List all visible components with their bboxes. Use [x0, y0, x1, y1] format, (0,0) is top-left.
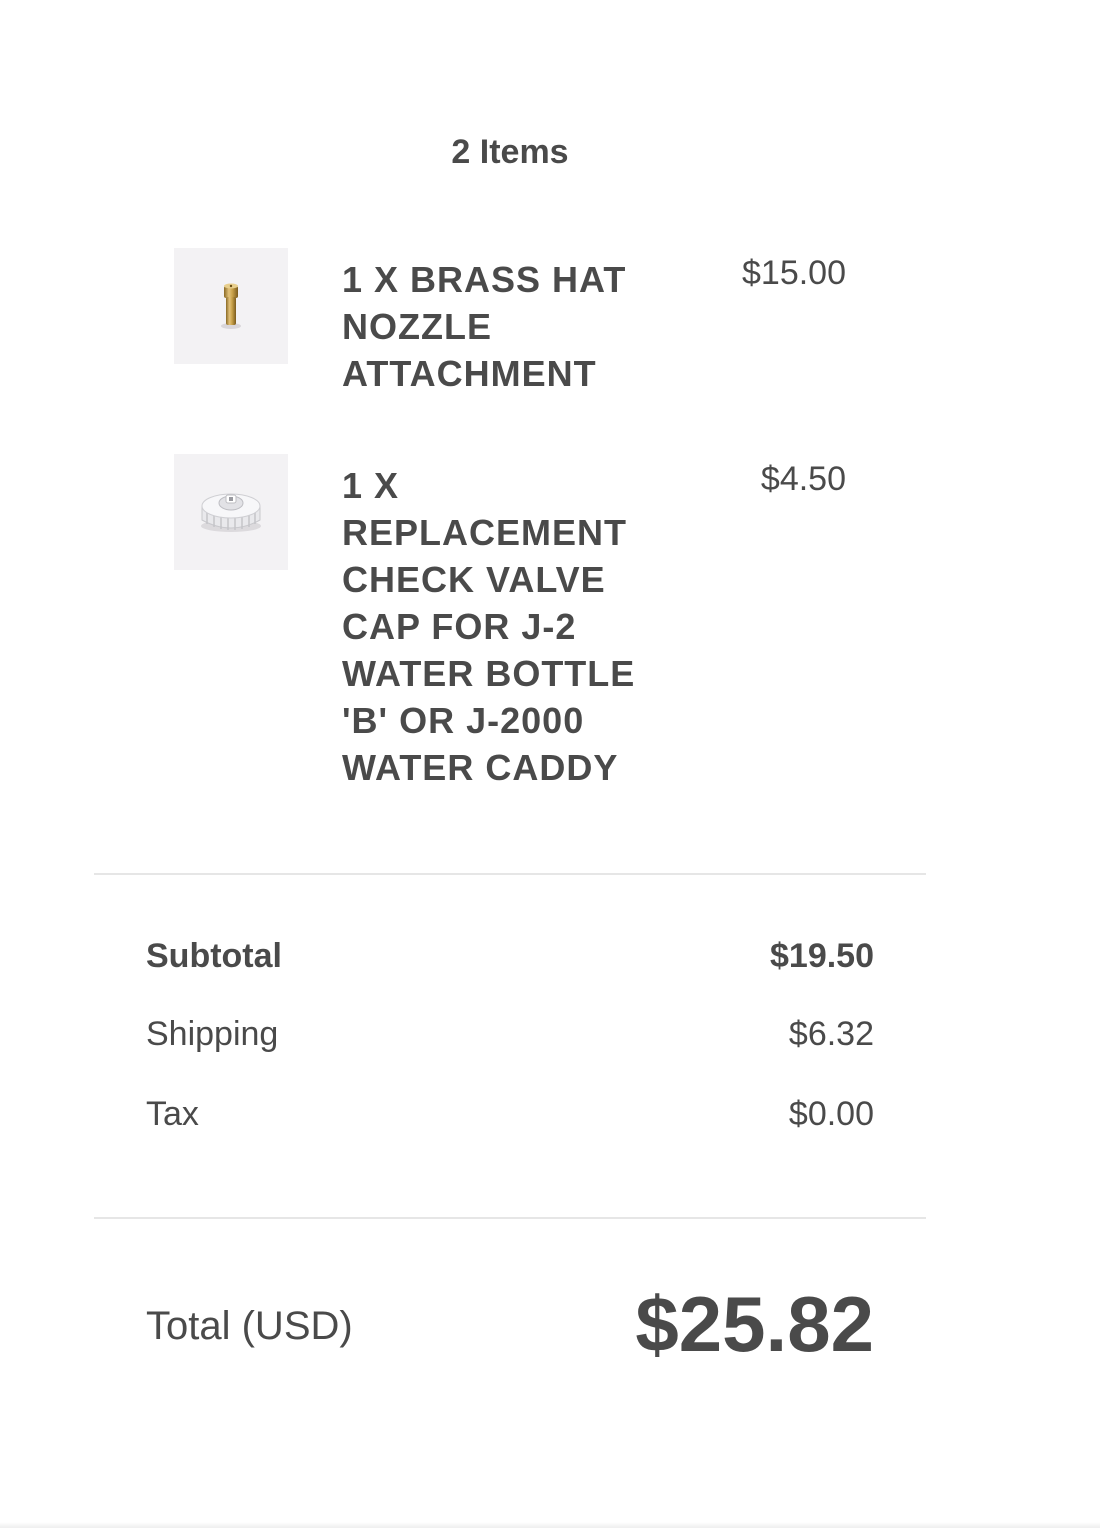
subtotal-label: Subtotal [146, 937, 282, 975]
cart-item-title[interactable]: 1 X REPLACEMENT CHECK VALVE CAP FOR J-2 … [342, 462, 662, 791]
cart-item-title[interactable]: 1 X BRASS HAT NOZZLE ATTACHMENT [342, 256, 662, 397]
total-label: Total (USD) [146, 1304, 353, 1348]
divider [94, 1217, 926, 1219]
items-count-heading: 2 Items [451, 133, 569, 171]
shipping-row: Shipping $6.32 [146, 1012, 874, 1056]
tax-row: Tax $0.00 [146, 1092, 874, 1136]
page-bottom-edge [0, 1522, 1100, 1528]
cart-item-price: $4.50 [760, 460, 846, 498]
subtotal-row: Subtotal $19.50 [146, 934, 874, 978]
tax-label: Tax [146, 1095, 199, 1133]
cart-line-item: 1 X BRASS HAT NOZZLE ATTACHMENT $15.00 [174, 248, 874, 398]
shipping-label: Shipping [146, 1015, 279, 1053]
check-valve-cap-image [174, 454, 288, 570]
subtotal-value: $19.50 [770, 937, 874, 975]
brass-nozzle-image [174, 248, 288, 364]
total-row: Total (USD) $25.82 [146, 1276, 874, 1376]
cart-line-item: 1 X REPLACEMENT CHECK VALVE CAP FOR J-2 … [174, 454, 874, 794]
shipping-value: $6.32 [788, 1015, 874, 1053]
cart-item-price: $15.00 [742, 254, 846, 292]
divider [94, 873, 926, 875]
total-value: $25.82 [635, 1280, 874, 1368]
tax-value: $0.00 [788, 1095, 874, 1133]
